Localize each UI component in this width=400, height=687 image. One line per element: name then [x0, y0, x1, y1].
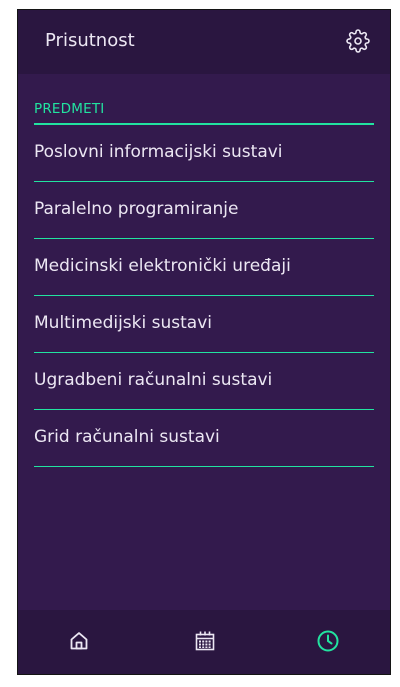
- section-header: PREDMETI: [34, 101, 105, 117]
- nav-attendance-button[interactable]: [313, 626, 343, 656]
- subject-label: Medicinski elektronički uređaji: [34, 256, 291, 276]
- subject-item[interactable]: Poslovni informacijski sustavi: [34, 125, 374, 182]
- subjects-panel: PREDMETI Poslovni informacijski sustavi …: [18, 74, 390, 610]
- app-bar: Prisutnost: [18, 10, 390, 74]
- home-icon: [70, 632, 88, 650]
- subject-label: Paralelno programiranje: [34, 199, 239, 219]
- app-title: Prisutnost: [45, 30, 135, 51]
- subject-item[interactable]: Paralelno programiranje: [34, 182, 374, 239]
- clock-icon: [317, 630, 339, 652]
- subject-list: Poslovni informacijski sustavi Paralelno…: [34, 125, 374, 467]
- nav-home-button[interactable]: [64, 626, 94, 656]
- subject-label: Ugradbeni računalni sustavi: [34, 370, 273, 390]
- subject-label: Grid računalni sustavi: [34, 427, 220, 447]
- subject-item[interactable]: Grid računalni sustavi: [34, 410, 374, 467]
- bottom-navigation: [18, 610, 390, 674]
- nav-calendar-button[interactable]: [190, 626, 220, 656]
- subject-item[interactable]: Medicinski elektronički uređaji: [34, 239, 374, 296]
- subject-item[interactable]: Ugradbeni računalni sustavi: [34, 353, 374, 410]
- calendar-icon: [195, 631, 215, 651]
- app-window: Prisutnost PREDMETI Poslovni informacijs…: [17, 9, 391, 675]
- subject-label: Poslovni informacijski sustavi: [34, 142, 283, 162]
- settings-button[interactable]: [346, 29, 370, 53]
- gear-icon: [346, 29, 370, 53]
- subject-label: Multimedijski sustavi: [34, 313, 212, 333]
- subject-item[interactable]: Multimedijski sustavi: [34, 296, 374, 353]
- item-divider: [34, 465, 374, 467]
